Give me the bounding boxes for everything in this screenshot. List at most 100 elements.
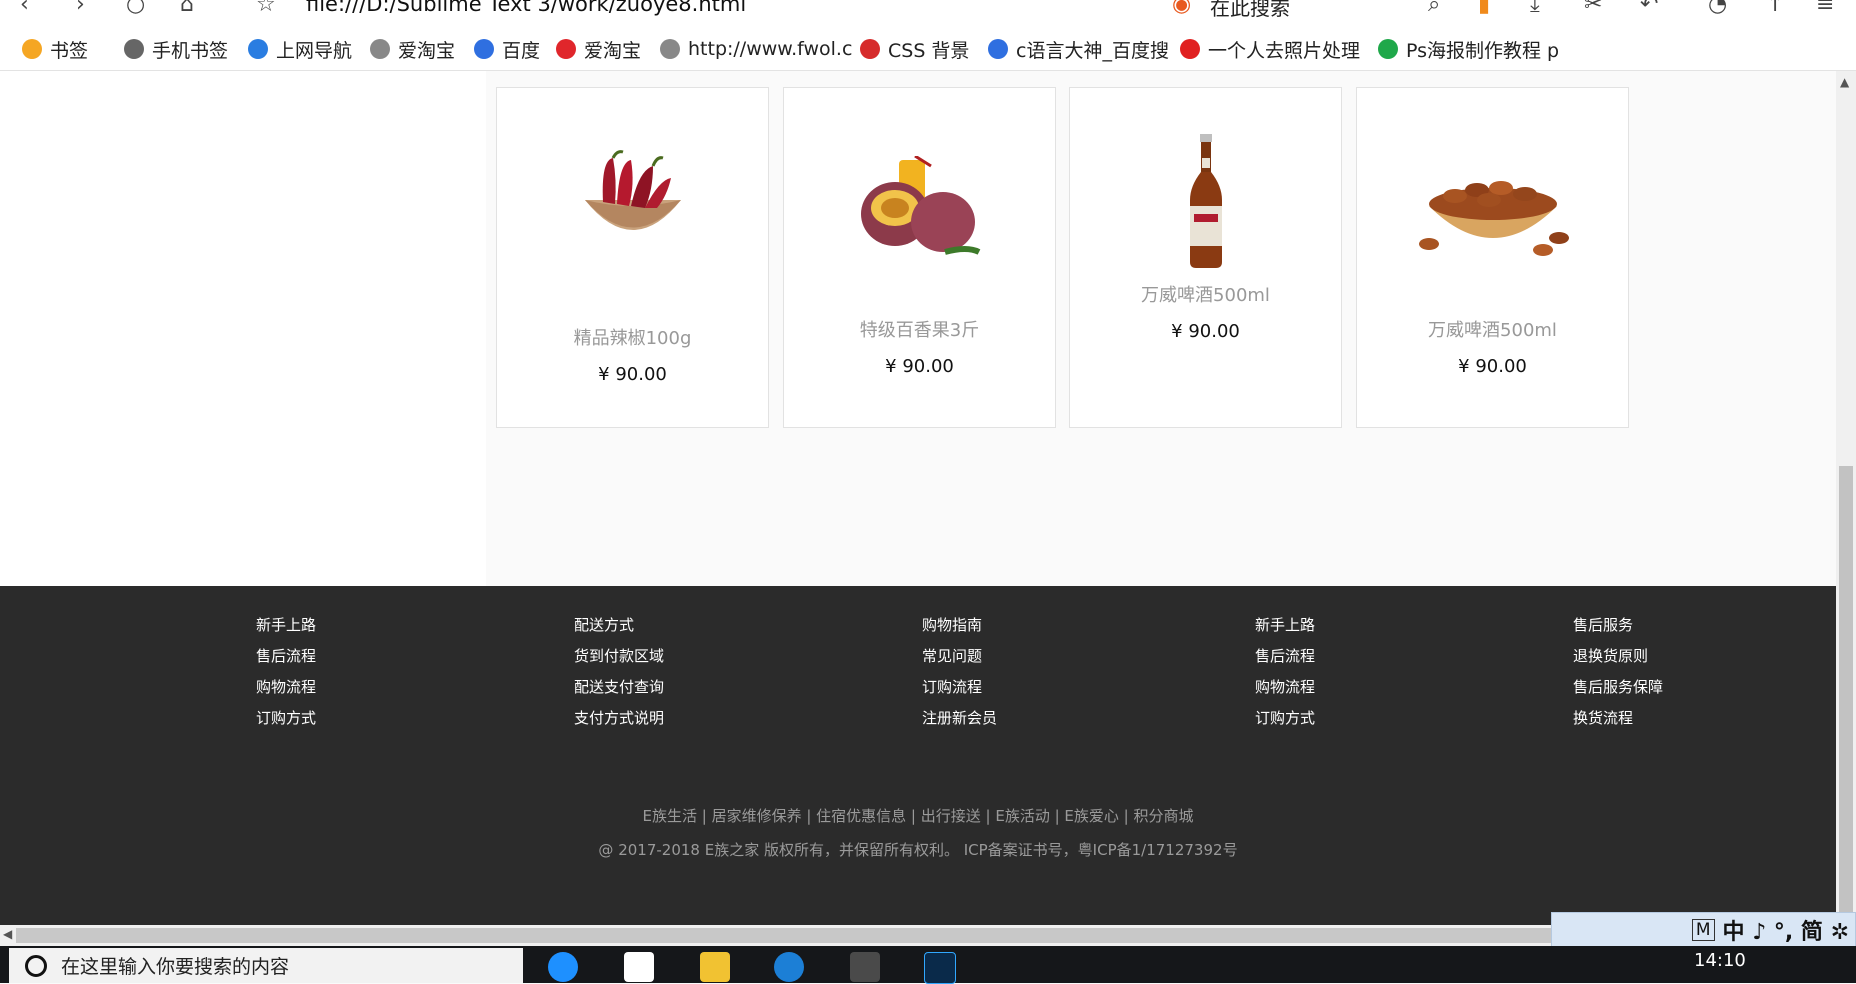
footer-link[interactable]: 购物流程 (1255, 675, 1315, 706)
bookmark-label: 书签 (50, 39, 89, 62)
photoshop-icon[interactable] (924, 952, 956, 984)
footer-column: 新手上路 售后流程 购物流程 订购方式 (1255, 613, 1315, 737)
bookmark-label: c语言大神_百度搜 (1016, 39, 1169, 62)
product-card[interactable]: 精品辣椒100g ¥ 90.00 (496, 87, 769, 428)
product-card[interactable]: 万威啤酒500ml ¥ 90.00 (1356, 87, 1629, 428)
forward-icon[interactable]: › (76, 0, 85, 17)
footer-link[interactable]: 订购流程 (922, 675, 997, 706)
product-price: ¥ 90.00 (1458, 356, 1527, 377)
ime-toolbar[interactable]: M 中 ♪ °, 简 ✲ (1551, 912, 1856, 947)
store-app-icon[interactable] (624, 952, 654, 982)
bookmark-item[interactable]: 一个人去照片处理 (1180, 37, 1360, 62)
taskbar-search-placeholder[interactable]: 在这里输入你要搜索的内容 (61, 952, 289, 979)
bookmark-item[interactable]: 手机书签 (124, 37, 229, 62)
footer-link[interactable]: 配送支付查询 (574, 675, 664, 706)
bookmark-item[interactable]: Ps海报制作教程 p (1378, 37, 1560, 62)
menu-icon[interactable]: ≡ (1816, 0, 1834, 17)
bookmark-item[interactable]: c语言大神_百度搜 (988, 37, 1169, 62)
product-name[interactable]: 万威啤酒500ml (1357, 316, 1628, 342)
address-bar[interactable]: file:///D:/Sublime Text 3/work/zuoye8.ht… (306, 0, 746, 16)
product-price: ¥ 90.00 (1171, 321, 1240, 342)
ime-status[interactable]: 中 ♪ °, 简 ✲ (1723, 914, 1849, 946)
footer-copyright: @ 2017-2018 E族之家 版权所有，并保留所有权利。 ICP备案证书号，… (598, 841, 1238, 859)
bookmark-item[interactable]: http://www.fwol.c (660, 37, 852, 61)
nav-icon (248, 39, 268, 59)
file-explorer-icon[interactable] (700, 952, 730, 982)
footer-site-links[interactable]: E族生活 | 居家维修保养 | 住宿优惠信息 | 出行接送 | E族活动 | E… (0, 805, 1836, 826)
scroll-up-icon[interactable]: ▲ (1840, 75, 1849, 89)
footer-link[interactable]: 订购方式 (1255, 706, 1315, 737)
footer-link[interactable]: 新手上路 (256, 613, 316, 644)
bookmark-item[interactable]: 上网导航 (248, 37, 353, 62)
bookmark-label: 手机书签 (152, 39, 229, 62)
footer-link[interactable]: 配送方式 (574, 613, 664, 644)
footer-link[interactable]: 售后流程 (256, 644, 316, 675)
search-icon[interactable]: ⌕ (1428, 0, 1440, 17)
sublime-text-icon[interactable] (850, 952, 880, 982)
footer-link[interactable]: 订购方式 (256, 706, 316, 737)
history-icon[interactable]: ◔ (1708, 0, 1727, 17)
browser-app-icon[interactable] (548, 952, 578, 982)
bookmark-label: 上网导航 (276, 39, 353, 62)
footer-link[interactable]: 退换货原则 (1573, 644, 1663, 675)
bookmark-item[interactable]: 爱淘宝 (370, 37, 456, 62)
bookmark-label: 百度 (502, 39, 541, 62)
product-card[interactable]: 特级百香果3斤 ¥ 90.00 (783, 87, 1056, 428)
undo-icon[interactable]: ↶ (1640, 0, 1658, 17)
tools-icon[interactable]: ✂ (1584, 0, 1602, 17)
phone-icon (124, 39, 144, 59)
browser-search-input[interactable]: 在此搜索 (1210, 0, 1290, 21)
footer-link[interactable]: 换货流程 (1573, 706, 1663, 737)
product-card[interactable]: 万威啤酒500ml ¥ 90.00 (1069, 87, 1342, 428)
refresh-icon[interactable]: ○ (126, 0, 145, 17)
footer-column: 新手上路 售后流程 购物流程 订购方式 (256, 613, 316, 737)
bookmark-label: Ps海报制作教程 p (1406, 39, 1560, 62)
footer-link[interactable]: 注册新会员 (922, 706, 997, 737)
bookmark-label: 爱淘宝 (398, 39, 456, 62)
footer-link[interactable]: 新手上路 (1255, 613, 1315, 644)
browser-toolbar: ‹ › ○ ⌂ ☆ file:///D:/Sublime Text 3/work… (0, 0, 1856, 29)
vertical-scroll-thumb[interactable] (1839, 466, 1853, 921)
vertical-scrollbar[interactable]: ▲ (1836, 71, 1856, 925)
horizontal-scroll-thumb[interactable] (16, 928, 1616, 943)
globe-icon (370, 39, 390, 59)
footer-link[interactable]: 常见问题 (922, 644, 997, 675)
bookmark-label: CSS 背景 (888, 39, 970, 62)
download-icon[interactable]: ⤓ (1530, 0, 1540, 17)
product-price: ¥ 90.00 (885, 356, 954, 377)
product-name[interactable]: 特级百香果3斤 (784, 316, 1055, 342)
product-price: ¥ 90.00 (598, 364, 667, 385)
beer-bottle-icon (1189, 134, 1222, 268)
search-engine-icon[interactable]: ◉ (1172, 0, 1191, 17)
bookmark-item[interactable]: 书签 (22, 37, 89, 62)
footer-link[interactable]: 购物流程 (256, 675, 316, 706)
ie-icon[interactable] (774, 952, 804, 982)
scroll-left-icon[interactable]: ◀ (3, 927, 12, 941)
footer-link[interactable]: 货到付款区域 (574, 644, 664, 675)
footer-link[interactable]: 售后服务保障 (1573, 675, 1663, 706)
chili-icon (584, 150, 681, 230)
footer-link[interactable]: 支付方式说明 (574, 706, 664, 737)
home-icon[interactable]: ⌂ (180, 0, 194, 17)
product-name[interactable]: 万威啤酒500ml (1070, 281, 1341, 307)
ime-mode-indicator[interactable]: M (1691, 918, 1715, 941)
taskbar-clock[interactable]: 14:10 (1694, 950, 1746, 971)
taskbar-search[interactable]: 在这里输入你要搜索的内容 (9, 948, 523, 983)
footer-link[interactable]: 售后流程 (1255, 644, 1315, 675)
footer-column: 购物指南 常见问题 订购流程 注册新会员 (922, 613, 997, 737)
footer-link[interactable]: 购物指南 (922, 613, 997, 644)
back-icon[interactable]: ‹ (20, 0, 29, 17)
star-icon (22, 39, 42, 59)
bookmark-item[interactable]: 百度 (474, 37, 541, 62)
bookmark-label: 爱淘宝 (584, 39, 642, 62)
pin-icon[interactable]: ↑ (1766, 0, 1784, 17)
product-name[interactable]: 精品辣椒100g (497, 324, 768, 350)
nuts-bowl-icon (1418, 181, 1569, 256)
bookmark-item[interactable]: 爱淘宝 (556, 37, 642, 62)
bookmark-label: http://www.fwol.c (688, 38, 853, 60)
bookmarks-bar: 书签 手机书签 上网导航 爱淘宝 百度 爱淘宝 http://www.fwol.c CSS 背… (0, 28, 1856, 71)
bookmark-item[interactable]: CSS 背景 (860, 37, 970, 62)
extension-icon[interactable]: ▮ (1478, 0, 1490, 17)
footer-link[interactable]: 售后服务 (1573, 613, 1663, 644)
favorite-star-icon[interactable]: ☆ (256, 0, 276, 17)
